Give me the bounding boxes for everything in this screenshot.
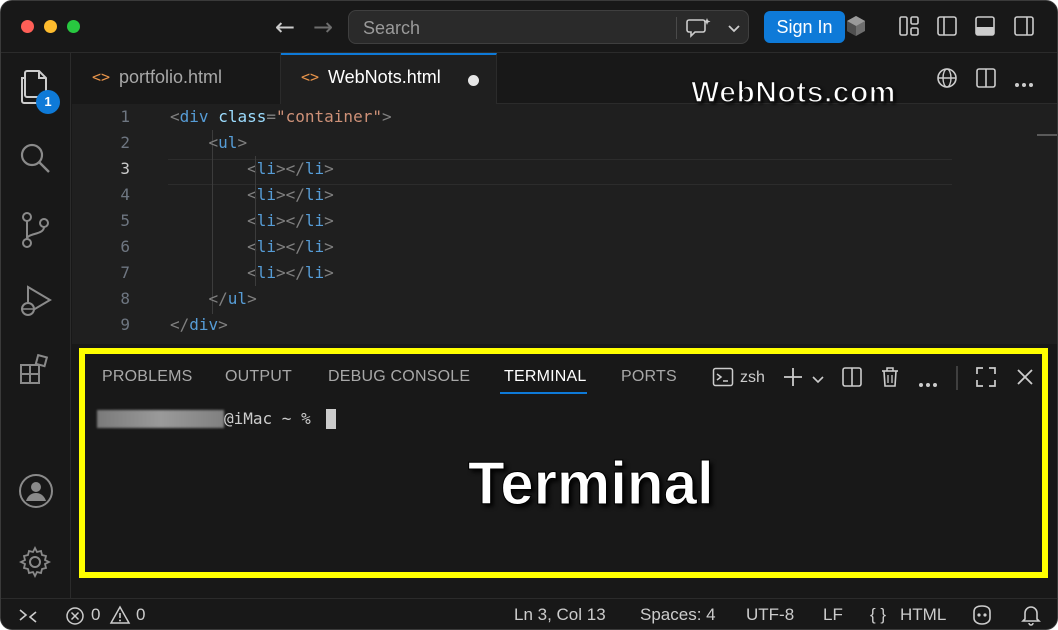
minimap-slider[interactable] [1037, 134, 1057, 136]
run-debug-icon[interactable] [18, 283, 54, 324]
toggle-primary-sidebar-icon[interactable] [936, 15, 958, 42]
warning-count[interactable]: 0 [136, 605, 145, 625]
command-center-search[interactable]: Search [348, 10, 749, 44]
code-line-active: 3 <li></li> [72, 156, 952, 182]
code-text: <li></li> [247, 263, 334, 282]
forward-arrow-icon[interactable]: → [313, 13, 333, 41]
sign-in-button[interactable]: Sign In [764, 11, 845, 43]
copilot-cube-icon[interactable] [845, 15, 867, 42]
html-file-icon: <> [301, 68, 320, 86]
code-text: <li></li> [247, 211, 334, 230]
settings-gear-icon[interactable] [18, 545, 52, 584]
extensions-icon[interactable] [18, 353, 52, 392]
tab-label: portfolio.html [119, 67, 223, 87]
line-number: 9 [120, 315, 130, 334]
globe-preview-icon[interactable] [936, 67, 958, 94]
search-divider [676, 17, 677, 39]
error-count[interactable]: 0 [91, 605, 100, 625]
line-number: 8 [120, 289, 130, 308]
remote-window-icon[interactable] [18, 606, 38, 629]
code-line: 2 <ul> [72, 130, 952, 156]
error-icon[interactable] [65, 606, 85, 629]
back-arrow-icon[interactable]: ← [275, 13, 295, 41]
code-text: <ul> [208, 133, 248, 152]
toggle-panel-icon[interactable] [974, 15, 996, 42]
code-text: </ul> [208, 289, 257, 308]
search-icon[interactable] [18, 141, 52, 180]
line-number: 5 [120, 211, 130, 230]
notifications-bell-icon[interactable] [1021, 604, 1041, 629]
status-bar: 0 0 Ln 3, Col 13 Spaces: 4 UTF-8 LF { } … [1, 598, 1057, 629]
unsaved-dot-icon[interactable] [468, 75, 479, 86]
encoding[interactable]: UTF-8 [746, 605, 794, 625]
html-file-icon: <> [92, 68, 111, 86]
toggle-secondary-sidebar-icon[interactable] [1013, 15, 1035, 42]
code-line: 9 </div> [72, 312, 952, 338]
language-mode[interactable]: HTML [900, 605, 946, 625]
customize-layout-icon[interactable] [898, 15, 920, 42]
line-number: 1 [120, 107, 130, 126]
code-text: <li></li> [247, 159, 334, 178]
line-number: 2 [120, 133, 130, 152]
title-bar: ← → Search Sign In [1, 1, 1057, 53]
chevron-down-icon[interactable] [727, 21, 741, 39]
language-braces-icon[interactable]: { } [870, 605, 886, 625]
tab-portfolio-html[interactable]: <> portfolio.html [72, 53, 281, 104]
activity-bar: 1 [1, 53, 71, 598]
cursor-position[interactable]: Ln 3, Col 13 [514, 605, 606, 625]
code-editor[interactable]: 1 <div class="container"> 2 <ul> 3 <li><… [72, 75, 1057, 344]
line-number: 6 [120, 237, 130, 256]
more-actions-icon[interactable] [1014, 75, 1034, 93]
tab-label: WebNots.html [328, 67, 441, 87]
source-control-icon[interactable] [18, 211, 52, 254]
code-text: <li></li> [247, 237, 334, 256]
code-line: 5 <li></li> [72, 208, 952, 234]
warning-icon[interactable] [109, 605, 131, 629]
explorer-badge: 1 [36, 90, 60, 114]
copilot-icon[interactable] [970, 604, 994, 629]
split-editor-icon[interactable] [975, 67, 997, 94]
line-number: 3 [120, 159, 130, 178]
code-text: <div class="container"> [170, 107, 392, 126]
code-line: 7 <li></li> [72, 260, 952, 286]
line-number: 7 [120, 263, 130, 282]
indent-guide-inner [255, 156, 256, 286]
line-number: 4 [120, 185, 130, 204]
watermark-text: WebNots.com [690, 75, 896, 110]
code-text: <li></li> [247, 185, 334, 204]
editor-tab-bar: <> portfolio.html <> WebNots.html [72, 53, 1057, 104]
search-placeholder: Search [363, 18, 421, 38]
code-line: 6 <li></li> [72, 234, 952, 260]
tab-webnots-html[interactable]: <> WebNots.html [281, 53, 497, 104]
code-line: 4 <li></li> [72, 182, 952, 208]
chat-sparkle-icon[interactable] [686, 17, 712, 44]
close-window-button[interactable] [21, 20, 34, 33]
maximize-window-button[interactable] [67, 20, 80, 33]
minimize-window-button[interactable] [44, 20, 57, 33]
code-line: 8 </ul> [72, 286, 952, 312]
vscode-window: ← → Search Sign In 1 <> portfolio.html <… [0, 0, 1058, 630]
account-icon[interactable] [18, 473, 54, 514]
indentation[interactable]: Spaces: 4 [640, 605, 716, 625]
terminal-highlight-box [79, 348, 1048, 578]
end-of-line[interactable]: LF [823, 605, 843, 625]
code-text: </div> [170, 315, 228, 334]
